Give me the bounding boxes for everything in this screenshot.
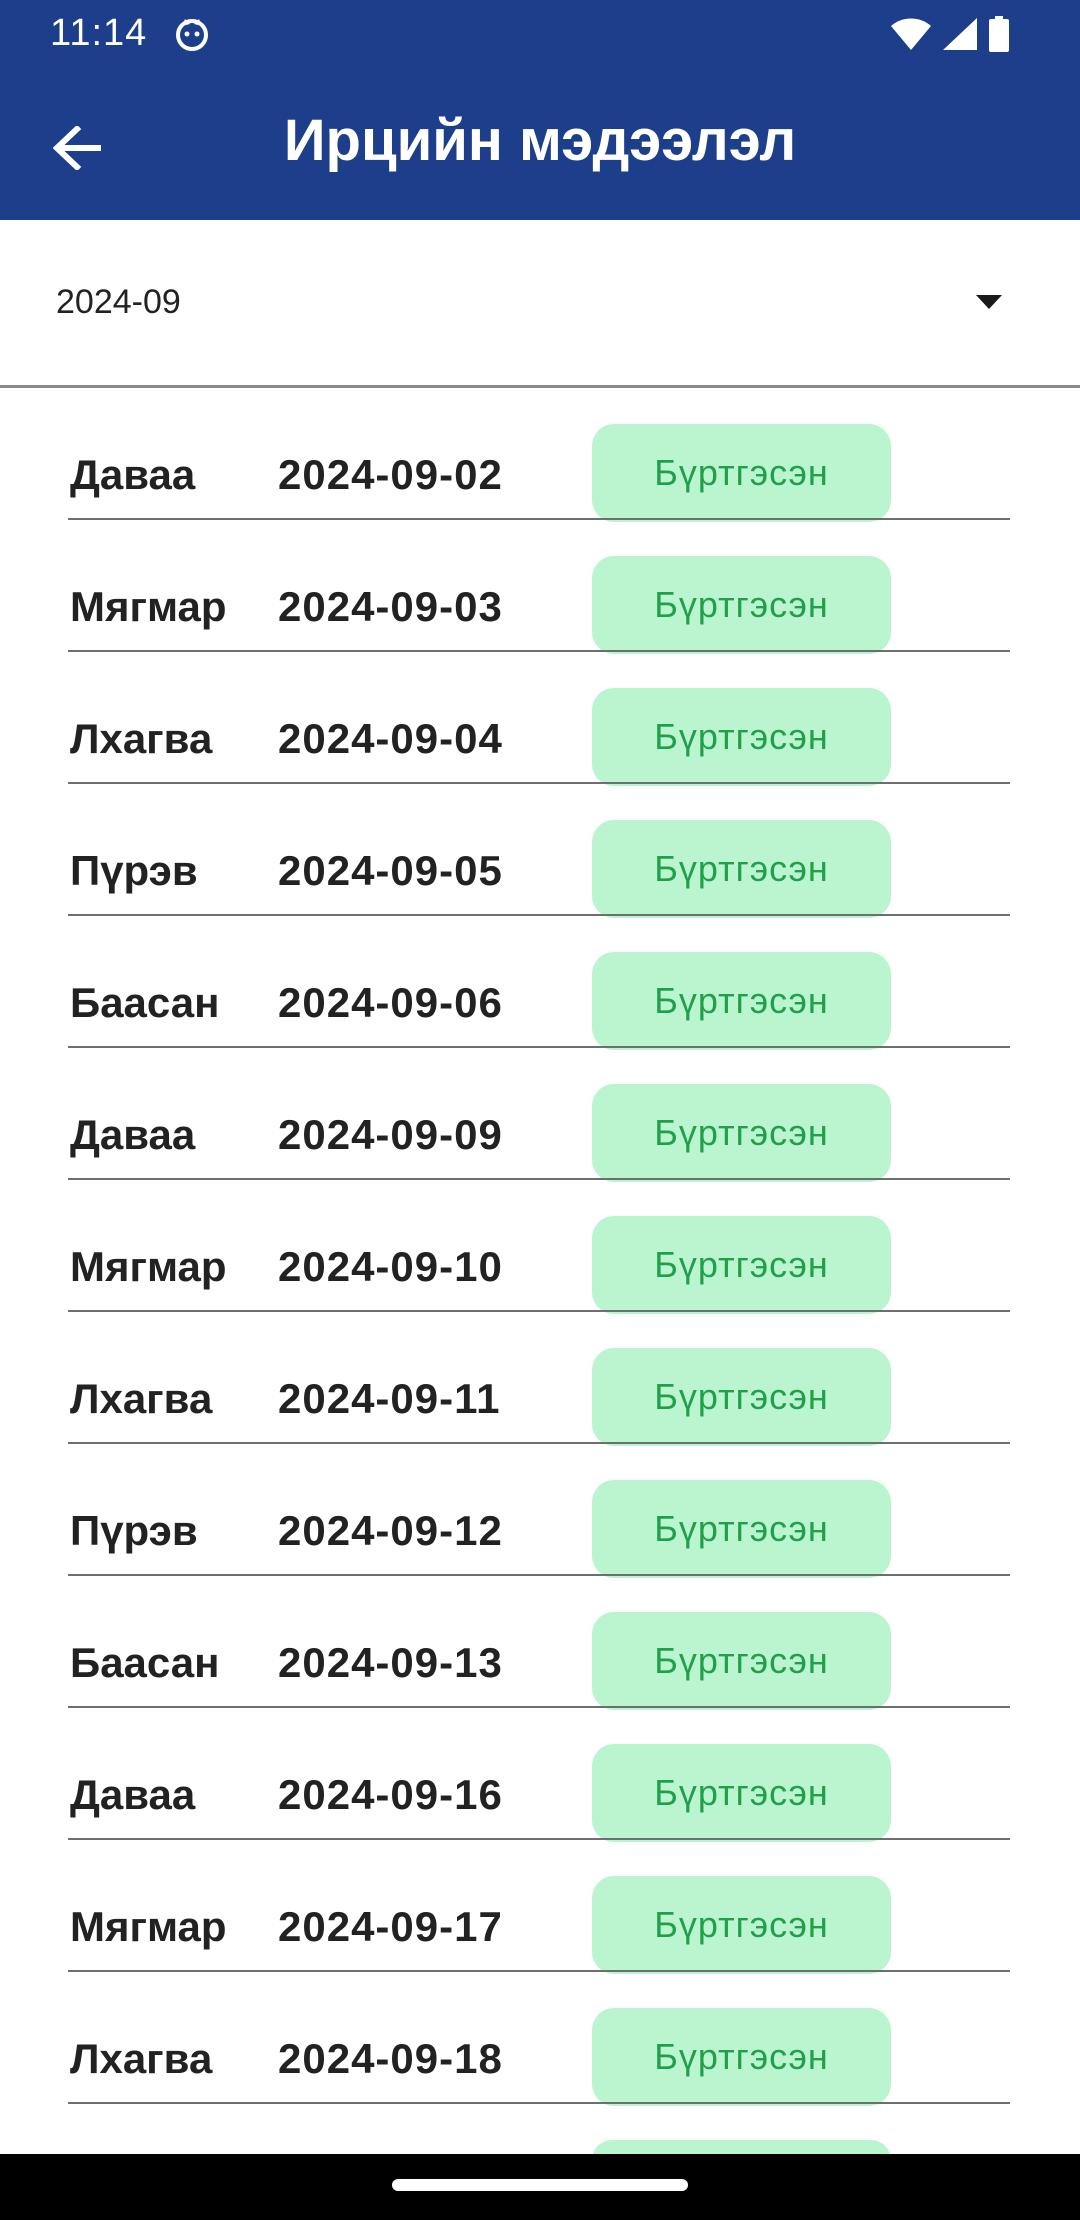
status-badge: Бүртгэсэн	[592, 1216, 891, 1314]
status-badge: Бүртгэсэн	[592, 1612, 891, 1710]
row-day: Даваа	[70, 1771, 196, 1818]
attendance-row: Баасан 2024-09-13 Бүртгэсэн	[0, 1576, 1080, 1710]
attendance-row: Даваа 2024-09-16 Бүртгэсэн	[0, 1708, 1080, 1842]
row-day: Даваа	[70, 451, 196, 498]
row-date: 2024-09-12	[278, 1507, 503, 1554]
dropdown-arrow-icon	[976, 295, 1002, 309]
status-badge: Бүртгэсэн	[592, 1744, 891, 1842]
month-dropdown[interactable]: 2024-09	[0, 220, 1080, 388]
status-badge: Бүртгэсэн	[592, 556, 891, 654]
row-date: 2024-09-18	[278, 2035, 503, 2082]
cat-notification-icon	[176, 19, 208, 51]
attendance-row: Лхагва 2024-09-04 Бүртгэсэн	[0, 652, 1080, 786]
home-gesture-handle[interactable]	[392, 2179, 688, 2191]
row-date: 2024-09-02	[278, 451, 503, 498]
status-badge: Бүртгэсэн	[592, 1480, 891, 1578]
battery-icon	[989, 16, 1009, 52]
status-badge: Бүртгэсэн	[592, 1876, 891, 1974]
attendance-row: Мягмар 2024-09-03 Бүртгэсэн	[0, 520, 1080, 654]
row-day: Баасан	[70, 979, 220, 1026]
attendance-row: Лхагва 2024-09-11 Бүртгэсэн	[0, 1312, 1080, 1446]
status-badge: Бүртгэсэн	[592, 1348, 891, 1446]
row-date: 2024-09-03	[278, 583, 503, 630]
status-badge: Бүртгэсэн	[592, 2008, 891, 2106]
attendance-row: Пүрэв 2024-09-05 Бүртгэсэн	[0, 784, 1080, 918]
attendance-row: Даваа 2024-09-02 Бүртгэсэн	[0, 388, 1080, 522]
attendance-row: Мягмар 2024-09-17 Бүртгэсэн	[0, 1840, 1080, 1974]
screen: 11:14 Ирцийн мэдээлэл 2024-09 Даваа 2024…	[0, 0, 1080, 2220]
row-date: 2024-09-17	[278, 1903, 503, 1950]
row-date: 2024-09-05	[278, 847, 503, 894]
wifi-icon	[891, 18, 931, 50]
status-badge: Бүртгэсэн	[592, 688, 891, 786]
row-date: 2024-09-11	[278, 1375, 501, 1422]
row-day: Пүрэв	[70, 847, 198, 894]
row-day: Баасан	[70, 1639, 220, 1686]
row-date: 2024-09-10	[278, 1243, 503, 1290]
row-day: Лхагва	[70, 715, 213, 762]
month-value: 2024-09	[56, 283, 181, 321]
row-day: Мягмар	[70, 1903, 227, 1950]
row-date: 2024-09-09	[278, 1111, 503, 1158]
navigation-bar	[0, 2154, 1080, 2220]
status-badge: Бүртгэсэн	[592, 1084, 891, 1182]
row-date: 2024-09-16	[278, 1771, 503, 1818]
status-badge: Бүртгэсэн	[592, 952, 891, 1050]
row-day: Мягмар	[70, 583, 227, 630]
attendance-row: Даваа 2024-09-09 Бүртгэсэн	[0, 1048, 1080, 1182]
status-bar: 11:14	[0, 0, 1080, 66]
row-day: Мягмар	[70, 1243, 227, 1290]
row-day: Лхагва	[70, 1375, 213, 1422]
status-badge: Бүртгэсэн	[592, 820, 891, 918]
cell-signal-icon	[943, 18, 977, 50]
status-badge: Бүртгэсэн	[592, 424, 891, 522]
status-time: 11:14	[50, 12, 148, 54]
row-day: Лхагва	[70, 2035, 213, 2082]
row-day: Даваа	[70, 1111, 196, 1158]
attendance-row: Баасан 2024-09-06 Бүртгэсэн	[0, 916, 1080, 1050]
row-date: 2024-09-06	[278, 979, 503, 1026]
row-date: 2024-09-04	[278, 715, 503, 762]
attendance-list[interactable]: Даваа 2024-09-02 Бүртгэсэн Мягмар 2024-09-03…	[0, 388, 1080, 2220]
attendance-row: Лхагва 2024-09-18 Бүртгэсэн	[0, 1972, 1080, 2106]
page-title: Ирцийн мэдээлэл	[283, 108, 797, 173]
row-day: Пүрэв	[70, 1507, 198, 1554]
attendance-row: Пүрэв 2024-09-12 Бүртгэсэн	[0, 1444, 1080, 1578]
attendance-row: Мягмар 2024-09-10 Бүртгэсэн	[0, 1180, 1080, 1314]
row-date: 2024-09-13	[278, 1639, 503, 1686]
status-icons	[890, 14, 1010, 54]
app-bar: Ирцийн мэдээлэл	[0, 66, 1080, 220]
